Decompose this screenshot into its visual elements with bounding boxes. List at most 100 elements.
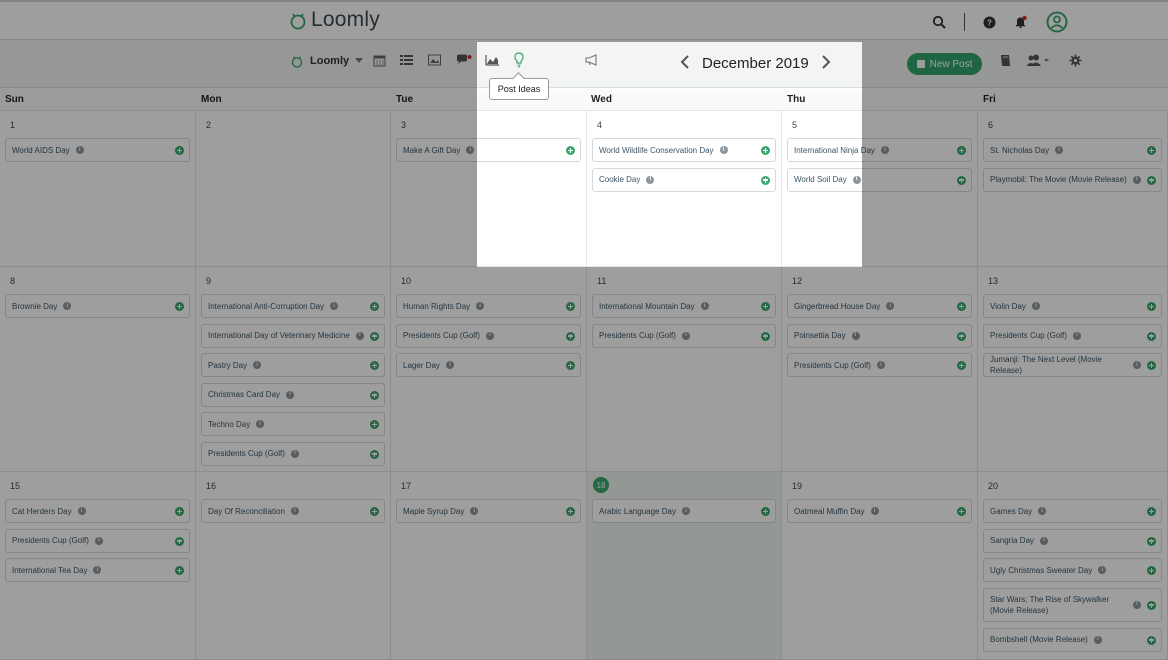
event-item[interactable]: Star Wars: The Rise of Skywalker (Movie … (983, 587, 1162, 622)
info-icon[interactable]: i (1132, 175, 1141, 184)
search-icon[interactable] (932, 15, 946, 29)
event-item[interactable]: International Mountain Day i (592, 294, 776, 318)
info-icon[interactable]: i (681, 507, 690, 515)
add-post-icon[interactable] (370, 449, 379, 459)
info-icon[interactable]: i (330, 302, 339, 310)
info-icon[interactable]: i (445, 361, 454, 369)
event-item[interactable]: Presidents Cup (Golf) i (787, 353, 972, 377)
info-icon[interactable]: i (290, 507, 299, 515)
add-post-icon[interactable] (761, 146, 770, 155)
calendar-view-icon[interactable] (373, 54, 386, 67)
info-icon[interactable]: i (1133, 361, 1141, 369)
day-cell[interactable]: 8 Brownie Day i (0, 267, 196, 472)
info-icon[interactable]: i (719, 146, 728, 154)
add-post-icon[interactable] (957, 302, 966, 311)
add-post-icon[interactable] (175, 302, 184, 311)
event-item[interactable]: Cookie Day i (592, 167, 776, 192)
notification-bell-icon[interactable] (1014, 15, 1028, 29)
add-post-icon[interactable] (761, 175, 770, 185)
add-post-icon[interactable] (566, 146, 575, 155)
info-icon[interactable]: i (466, 146, 475, 154)
info-icon[interactable]: i (1038, 507, 1047, 515)
info-icon[interactable]: i (290, 449, 299, 458)
list-view-icon[interactable] (400, 54, 413, 66)
advocacy-megaphone-icon[interactable] (585, 54, 599, 66)
info-icon[interactable]: i (1093, 635, 1102, 644)
add-post-icon[interactable] (957, 507, 966, 516)
event-item[interactable]: World Soil Day i (787, 167, 972, 192)
team-icon[interactable] (1026, 54, 1050, 67)
info-icon[interactable]: i (256, 420, 265, 428)
info-icon[interactable]: i (286, 390, 295, 399)
add-post-icon[interactable] (566, 507, 575, 516)
event-item[interactable]: Presidents Cup (Golf) i (592, 323, 776, 348)
media-library-icon[interactable] (428, 54, 441, 66)
day-cell[interactable]: 10 Human Rights Day i Presidents Cup (Golf)… (391, 267, 587, 472)
add-post-icon[interactable] (370, 331, 379, 341)
add-post-icon[interactable] (761, 507, 770, 516)
add-post-icon[interactable] (370, 361, 379, 370)
day-cell[interactable]: 13 Violin Day i Presidents Cup (Golf) i Juman… (978, 267, 1168, 472)
day-cell[interactable]: 2 (196, 111, 391, 267)
day-cell[interactable]: 9 International Anti-Corruption Day i Inter… (196, 267, 391, 472)
event-item[interactable]: St. Nicholas Day i (983, 138, 1162, 162)
add-post-icon[interactable] (175, 566, 184, 575)
new-post-button[interactable]: New Post (907, 53, 982, 75)
event-item[interactable]: Cat Herders Day i (5, 499, 190, 523)
event-item[interactable]: International Day of Veterinary Medicine… (201, 323, 385, 348)
info-icon[interactable]: i (94, 536, 103, 545)
event-item[interactable]: Jumanji: The Next Level (Movie Release) i (983, 353, 1162, 377)
comments-icon[interactable] (456, 54, 472, 66)
info-icon[interactable]: i (75, 146, 84, 154)
info-icon[interactable]: i (1133, 600, 1141, 609)
info-icon[interactable]: i (880, 146, 889, 154)
library-icon[interactable] (999, 54, 1012, 67)
event-item[interactable]: Arabic Language Day i (592, 499, 776, 523)
event-item[interactable]: Techno Day i (201, 412, 385, 436)
day-cell[interactable]: 18 Arabic Language Day i (587, 472, 782, 660)
info-icon[interactable]: i (470, 507, 479, 515)
info-icon[interactable]: i (1031, 302, 1040, 310)
event-item[interactable]: Sangria Day i (983, 528, 1162, 553)
event-item[interactable]: Human Rights Day i (396, 294, 581, 318)
info-icon[interactable]: i (1040, 536, 1049, 545)
event-item[interactable]: Poinsettia Day i (787, 323, 972, 348)
event-item[interactable]: Christmas Card Day i (201, 382, 385, 407)
info-icon[interactable]: i (852, 175, 861, 184)
event-item[interactable]: Presidents Cup (Golf) i (983, 323, 1162, 348)
add-post-icon[interactable] (1147, 600, 1156, 610)
event-item[interactable]: Brownie Day i (5, 294, 190, 318)
info-icon[interactable]: i (476, 302, 485, 310)
info-icon[interactable]: i (646, 175, 655, 184)
info-icon[interactable]: i (851, 331, 860, 340)
event-item[interactable]: Violin Day i (983, 294, 1162, 318)
day-cell[interactable]: 20 Games Day i Sangria Day i Ugly Christmas S… (978, 472, 1168, 660)
add-post-icon[interactable] (1147, 331, 1156, 341)
event-item[interactable]: Pastry Day i (201, 353, 385, 377)
previous-month-button[interactable] (680, 53, 690, 74)
info-icon[interactable]: i (700, 302, 709, 310)
event-item[interactable]: Ugly Christmas Sweater Day i (983, 558, 1162, 582)
add-post-icon[interactable] (1147, 635, 1156, 645)
event-item[interactable]: Lager Day i (396, 353, 581, 377)
day-cell[interactable]: 19 Oatmeal Muffin Day i (782, 472, 978, 660)
event-item[interactable]: Maple Syrup Day i (396, 499, 581, 523)
event-item[interactable]: Presidents Cup (Golf) i (5, 528, 190, 553)
add-post-icon[interactable] (175, 536, 184, 546)
day-cell[interactable]: 11 International Mountain Day i Presidents … (587, 267, 782, 472)
info-icon[interactable]: i (77, 507, 86, 515)
add-post-icon[interactable] (370, 302, 379, 311)
add-post-icon[interactable] (1147, 507, 1156, 516)
day-cell[interactable]: 3 Make A Gift Day i (391, 111, 587, 267)
add-post-icon[interactable] (1147, 566, 1156, 575)
add-post-icon[interactable] (1147, 361, 1156, 370)
add-post-icon[interactable] (566, 331, 575, 341)
add-post-icon[interactable] (1147, 302, 1156, 311)
info-icon[interactable]: i (1072, 331, 1081, 340)
day-cell[interactable]: 6 St. Nicholas Day i Playmobil: The Movie (… (978, 111, 1168, 267)
add-post-icon[interactable] (1147, 175, 1156, 185)
add-post-icon[interactable] (1147, 536, 1156, 546)
event-item[interactable]: Playmobil: The Movie (Movie Release) i (983, 167, 1162, 192)
event-item[interactable]: International Tea Day i (5, 558, 190, 582)
analytics-icon[interactable] (485, 54, 500, 66)
